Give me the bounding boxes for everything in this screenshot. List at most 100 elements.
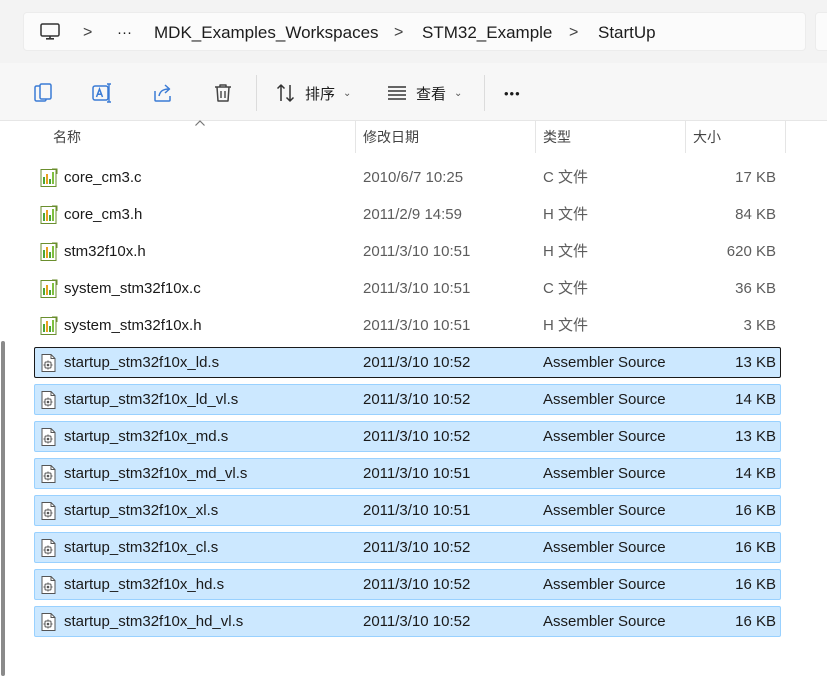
file-modified-date: 2010/6/7 10:25 — [363, 169, 464, 186]
file-modified-date: 2011/3/10 10:51 — [363, 280, 471, 297]
file-type: H 文件 — [543, 243, 589, 260]
file-list: 名称 修改日期 类型 大小 core_cm3.c 2010/6/7 10:25 C … — [0, 120, 827, 677]
view-icon — [388, 86, 406, 100]
file-row[interactable]: stm32f10x.h 2011/3/10 10:51 H 文件 620 KB — [34, 236, 781, 267]
file-row[interactable]: startup_stm32f10x_cl.s 2011/3/10 10:52 Ass… — [34, 532, 781, 563]
more-options-button[interactable]: ••• — [504, 78, 521, 108]
file-name: stm32f10x.h — [64, 243, 146, 260]
file-row[interactable]: core_cm3.h 2011/2/9 14:59 H 文件 84 KB — [34, 199, 781, 230]
file-modified-date: 2011/2/9 14:59 — [363, 206, 462, 223]
file-modified-date: 2011/3/10 10:52 — [363, 391, 471, 408]
toolbar-divider — [256, 75, 257, 111]
assembler-file-icon — [39, 427, 59, 447]
breadcrumb-stm32-example[interactable]: STM32_Example — [422, 13, 552, 52]
file-modified-date: 2011/3/10 10:51 — [363, 243, 471, 260]
column-divider[interactable] — [355, 121, 356, 153]
file-name: startup_stm32f10x_md.s — [64, 428, 229, 445]
h-file-icon — [39, 205, 59, 225]
file-type: Assembler Source — [543, 354, 666, 371]
breadcrumb-overflow-button[interactable]: ··· — [117, 13, 132, 52]
column-header: 名称 修改日期 类型 大小 — [0, 120, 827, 153]
file-modified-date: 2011/3/10 10:52 — [363, 539, 471, 556]
file-type: Assembler Source — [543, 391, 666, 408]
h-file-icon — [39, 316, 59, 336]
breadcrumb-startup[interactable]: StartUp — [598, 13, 656, 52]
file-row[interactable]: startup_stm32f10x_ld_vl.s 2011/3/10 10:52… — [34, 384, 781, 415]
file-size: 16 KB — [735, 576, 776, 593]
c-file-icon — [39, 168, 59, 188]
delete-icon[interactable] — [211, 81, 235, 105]
file-size: 17 KB — [735, 169, 776, 186]
chevron-down-icon: ⌄ — [343, 87, 352, 99]
address-bar[interactable]: > ··· MDK_Examples_Workspaces > STM32_Ex… — [23, 12, 806, 51]
file-type: Assembler Source — [543, 613, 666, 630]
file-name: startup_stm32f10x_hd.s — [64, 576, 225, 593]
file-row[interactable]: startup_stm32f10x_xl.s 2011/3/10 10:51 Ass… — [34, 495, 781, 526]
assembler-file-icon — [39, 501, 59, 521]
file-row[interactable]: system_stm32f10x.h 2011/3/10 10:51 H 文件 3 K… — [34, 310, 781, 341]
assembler-file-icon — [39, 538, 59, 558]
chevron-down-icon: ⌄ — [454, 87, 463, 99]
file-row[interactable]: startup_stm32f10x_md.s 2011/3/10 10:52 Ass… — [34, 421, 781, 452]
column-header-size[interactable]: 大小 — [693, 121, 721, 153]
address-bar-area: > ··· MDK_Examples_Workspaces > STM32_Ex… — [0, 0, 827, 63]
computer-icon[interactable] — [39, 22, 61, 42]
column-divider[interactable] — [685, 121, 686, 153]
file-name: startup_stm32f10x_md_vl.s — [64, 465, 248, 482]
assembler-file-icon — [39, 464, 59, 484]
file-name: startup_stm32f10x_ld.s — [64, 354, 220, 371]
file-modified-date: 2011/3/10 10:51 — [363, 502, 471, 519]
file-type: Assembler Source — [543, 428, 666, 445]
h-file-icon — [39, 242, 59, 262]
file-size: 620 KB — [726, 243, 776, 260]
vertical-scrollbar[interactable] — [1, 341, 5, 676]
breadcrumb-mdk-examples-workspaces[interactable]: MDK_Examples_Workspaces — [154, 13, 379, 52]
file-size: 16 KB — [735, 502, 776, 519]
file-size: 36 KB — [735, 280, 776, 297]
column-header-type[interactable]: 类型 — [543, 121, 571, 153]
assembler-file-icon — [39, 353, 59, 373]
file-size: 16 KB — [735, 539, 776, 556]
column-divider[interactable] — [535, 121, 536, 153]
column-divider[interactable] — [785, 121, 786, 153]
file-row[interactable]: startup_stm32f10x_hd.s 2011/3/10 10:52 Ass… — [34, 569, 781, 600]
file-name: system_stm32f10x.h — [64, 317, 202, 334]
file-type: Assembler Source — [543, 465, 666, 482]
file-modified-date: 2011/3/10 10:51 — [363, 465, 471, 482]
file-row[interactable]: core_cm3.c 2010/6/7 10:25 C 文件 17 KB — [34, 162, 781, 193]
file-size: 3 KB — [743, 317, 776, 334]
file-size: 13 KB — [735, 428, 776, 445]
assembler-file-icon — [39, 575, 59, 595]
file-size: 14 KB — [735, 465, 776, 482]
file-row[interactable]: startup_stm32f10x_ld.s 2011/3/10 10:52 Ass… — [34, 347, 781, 378]
share-icon[interactable] — [151, 81, 175, 105]
toolbar-divider — [484, 75, 485, 111]
column-header-modified[interactable]: 修改日期 — [363, 121, 419, 153]
file-row[interactable]: system_stm32f10x.c 2011/3/10 10:51 C 文件 36 … — [34, 273, 781, 304]
file-row[interactable]: startup_stm32f10x_hd_vl.s 2011/3/10 10:52… — [34, 606, 781, 637]
sort-label: 排序 — [305, 85, 336, 103]
assembler-file-icon — [39, 390, 59, 410]
file-name: startup_stm32f10x_ld_vl.s — [64, 391, 239, 408]
breadcrumb-separator-icon[interactable]: > — [569, 13, 578, 52]
file-name: startup_stm32f10x_cl.s — [64, 539, 219, 556]
file-size: 14 KB — [735, 391, 776, 408]
file-name: core_cm3.h — [64, 206, 143, 223]
sort-ascending-icon — [195, 120, 205, 126]
c-file-icon — [39, 279, 59, 299]
sort-button[interactable]: 排序 ⌄ — [275, 78, 351, 108]
file-name: core_cm3.c — [64, 169, 142, 186]
file-size: 84 KB — [735, 206, 776, 223]
file-type: Assembler Source — [543, 539, 666, 556]
view-button[interactable]: 查看 ⌄ — [386, 78, 462, 108]
copy-icon[interactable] — [31, 81, 55, 105]
file-type: Assembler Source — [543, 502, 666, 519]
breadcrumb-separator-icon[interactable]: > — [394, 13, 403, 52]
search-box[interactable] — [815, 12, 827, 51]
file-row[interactable]: startup_stm32f10x_md_vl.s 2011/3/10 10:51… — [34, 458, 781, 489]
column-header-name[interactable]: 名称 — [53, 121, 81, 153]
file-name: startup_stm32f10x_hd_vl.s — [64, 613, 244, 630]
rename-icon[interactable] — [90, 81, 114, 105]
view-label: 查看 — [416, 85, 447, 103]
breadcrumb-separator-icon[interactable]: > — [83, 13, 92, 52]
